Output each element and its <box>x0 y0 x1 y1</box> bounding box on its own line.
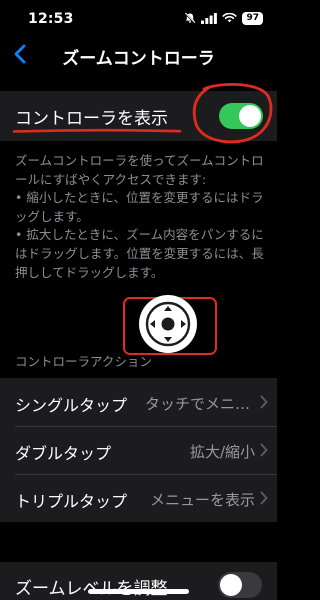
bell-slash-icon <box>184 9 196 28</box>
controller-description: ズームコントローラを使ってズームコントロールにすばやくアクセスできます: • 縮… <box>15 153 264 280</box>
chevron-right-icon <box>260 491 268 505</box>
home-indicator[interactable] <box>88 589 189 594</box>
controller-actions-list: シングルタップ タッチでメニュー ダブルタップ 拡大/縮小 トリプルタップ メニ… <box>0 378 277 522</box>
page-title: ズームコントローラ <box>62 49 215 69</box>
switch-knob <box>220 574 242 596</box>
double-tap-label: ダブルタップ <box>15 444 112 463</box>
battery-icon: 97 <box>242 11 263 25</box>
status-time: 12:53 <box>28 11 74 27</box>
zoom-level-label: ズームレベルを調整 <box>15 574 168 599</box>
status-icons: 97 <box>184 11 263 25</box>
chevron-right-icon <box>260 395 268 409</box>
status-bar: 12:53 97 <box>0 0 277 36</box>
annotation-circle <box>192 83 273 144</box>
triple-tap-row[interactable]: トリプルタップ メニューを表示 <box>0 474 277 522</box>
zoom-level-switch[interactable] <box>218 572 262 598</box>
triple-tap-value: メニューを表示 <box>149 491 255 509</box>
double-tap-value: 拡大/縮小 <box>189 443 255 461</box>
single-tap-value: タッチでメニュー <box>145 395 255 413</box>
wifi-icon <box>222 9 237 28</box>
zoom-level-row: ズームレベルを調整 <box>0 562 277 600</box>
zoom-controller[interactable] <box>139 295 197 353</box>
nav-bar: ズームコントローラ <box>0 38 277 72</box>
single-tap-row[interactable]: シングルタップ タッチでメニュー <box>0 378 277 426</box>
controller-actions-header: コントローラアクション <box>15 354 152 369</box>
annotation-underline <box>12 128 182 133</box>
single-tap-label: シングルタップ <box>15 396 128 415</box>
triple-tap-label: トリプルタップ <box>15 492 128 511</box>
chevron-right-icon <box>260 443 268 457</box>
signal-icon <box>201 9 218 28</box>
double-tap-row[interactable]: ダブルタップ 拡大/縮小 <box>0 426 277 474</box>
show-controller-label: コントローラを表示 <box>15 109 168 129</box>
